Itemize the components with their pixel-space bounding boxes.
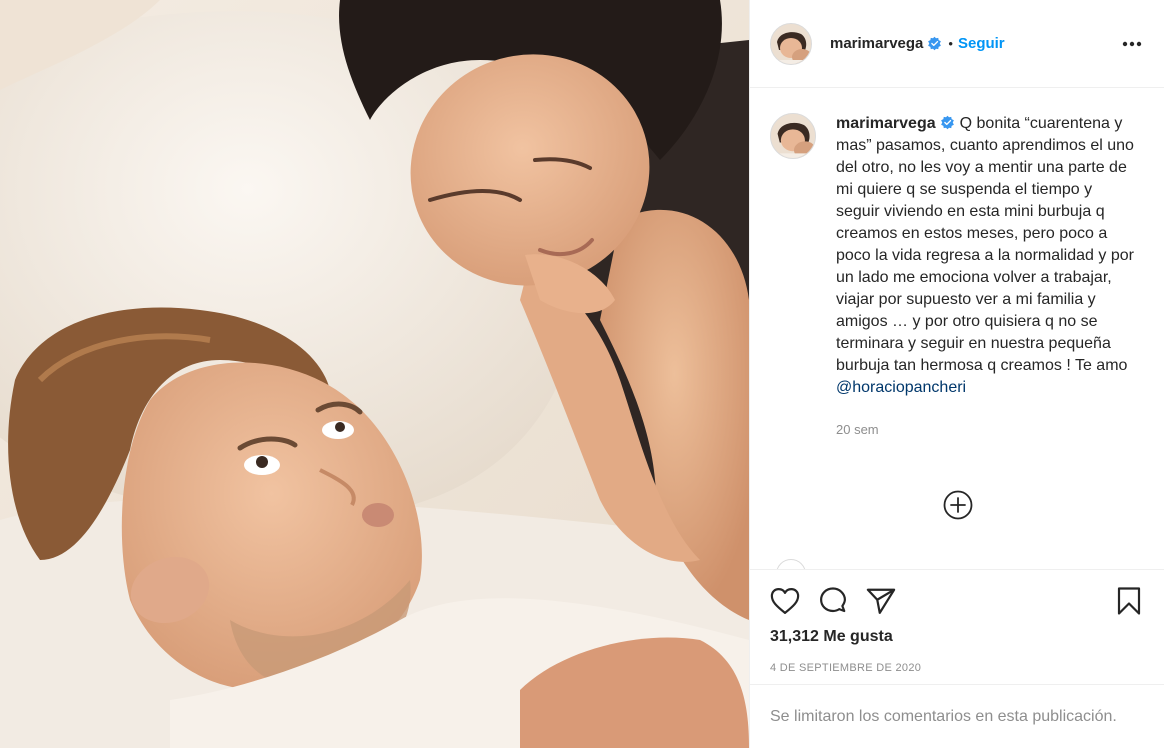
post-header: marimarvega • Seguir	[750, 0, 1164, 88]
verified-badge-icon	[928, 36, 942, 51]
plus-circle-icon	[943, 490, 973, 520]
mention-link[interactable]: @horaciopancheri	[836, 379, 966, 396]
comments-limited-notice: Se limitaron los comentarios en esta pub…	[750, 684, 1164, 748]
caption-username[interactable]: marimarvega	[836, 115, 936, 132]
verified-badge-icon	[940, 115, 954, 130]
comment-avatar[interactable]	[776, 559, 806, 569]
more-options-button[interactable]	[1120, 32, 1144, 56]
follow-button[interactable]: Seguir	[958, 35, 1005, 52]
comments-section: marimarvega Q bonita “cuarentena y mas” …	[750, 89, 1164, 569]
comment-icon	[820, 587, 846, 613]
caption-text: Q bonita “cuarentena y mas” pasamos, cua…	[836, 115, 1134, 374]
load-more-comments-button[interactable]	[942, 489, 974, 521]
heart-icon	[770, 588, 800, 614]
avatar-image	[771, 114, 815, 158]
couple-in-bed-image	[0, 0, 749, 748]
caption-text-block: marimarvega Q bonita “cuarentena y mas” …	[836, 113, 1136, 441]
caption-avatar[interactable]	[770, 113, 816, 159]
more-options-icon	[1122, 41, 1142, 46]
post-photo[interactable]	[0, 0, 749, 748]
action-bar	[770, 570, 1144, 632]
avatar-image	[771, 23, 811, 64]
separator-dot: •	[948, 36, 953, 51]
bookmark-icon	[1117, 587, 1141, 615]
post-date[interactable]: 4 DE SEPTIEMBRE DE 2020	[770, 662, 1144, 674]
username[interactable]: marimarvega	[830, 35, 923, 52]
avatar[interactable]	[770, 22, 812, 65]
paper-plane-icon	[866, 588, 896, 614]
caption: marimarvega Q bonita “cuarentena y mas” …	[770, 113, 1144, 441]
post-time[interactable]: 20 sem	[836, 419, 1136, 441]
save-button[interactable]	[1114, 586, 1144, 616]
post-sidebar: marimarvega • Seguir marimarvega Q bonit…	[749, 0, 1164, 748]
likes-count[interactable]: 31,312 Me gusta	[770, 628, 1144, 646]
comment-button[interactable]	[818, 586, 848, 616]
like-button[interactable]	[770, 586, 800, 616]
post-actions: 31,312 Me gusta 4 DE SEPTIEMBRE DE 2020	[750, 569, 1164, 674]
share-button[interactable]	[866, 586, 896, 616]
